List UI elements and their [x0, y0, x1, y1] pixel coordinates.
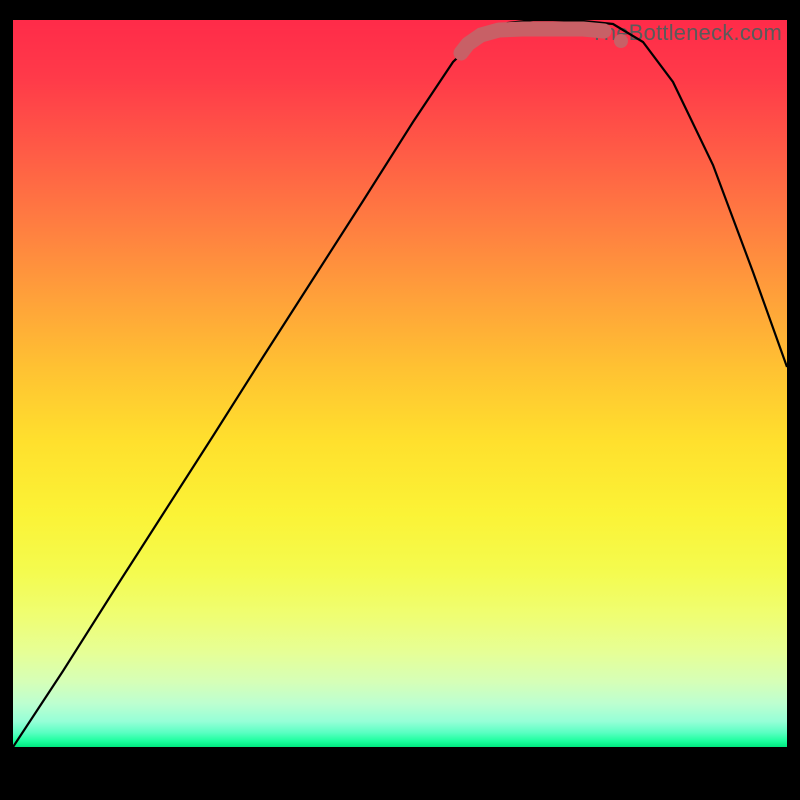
- plot-area: TheBottleneck.com: [13, 20, 787, 747]
- chart-frame: TheBottleneck.com: [13, 20, 787, 787]
- curve-line: [13, 20, 787, 747]
- bottleneck-curve: [13, 20, 787, 747]
- marker-band: [461, 29, 604, 53]
- marker-dot: [614, 34, 628, 48]
